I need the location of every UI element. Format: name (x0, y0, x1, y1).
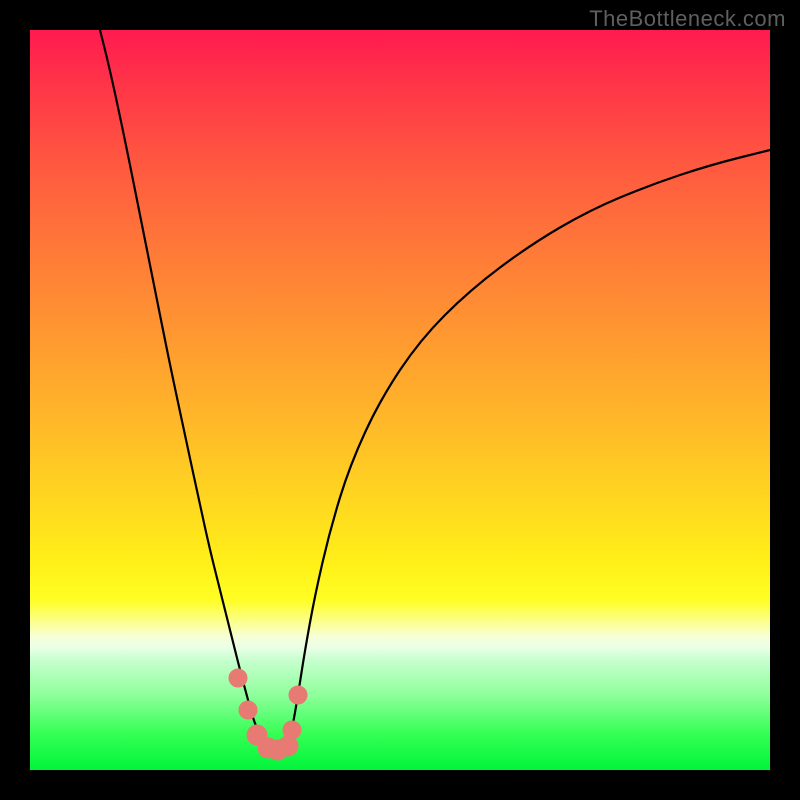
trough-marker (229, 669, 247, 687)
chart-svg (30, 30, 770, 770)
left-curve (100, 30, 285, 755)
trough-marker (283, 721, 301, 739)
trough-marker (239, 701, 257, 719)
chart-frame: TheBottleneck.com (0, 0, 800, 800)
right-curve (285, 150, 770, 755)
trough-marker (289, 686, 307, 704)
watermark-text: TheBottleneck.com (589, 6, 786, 32)
